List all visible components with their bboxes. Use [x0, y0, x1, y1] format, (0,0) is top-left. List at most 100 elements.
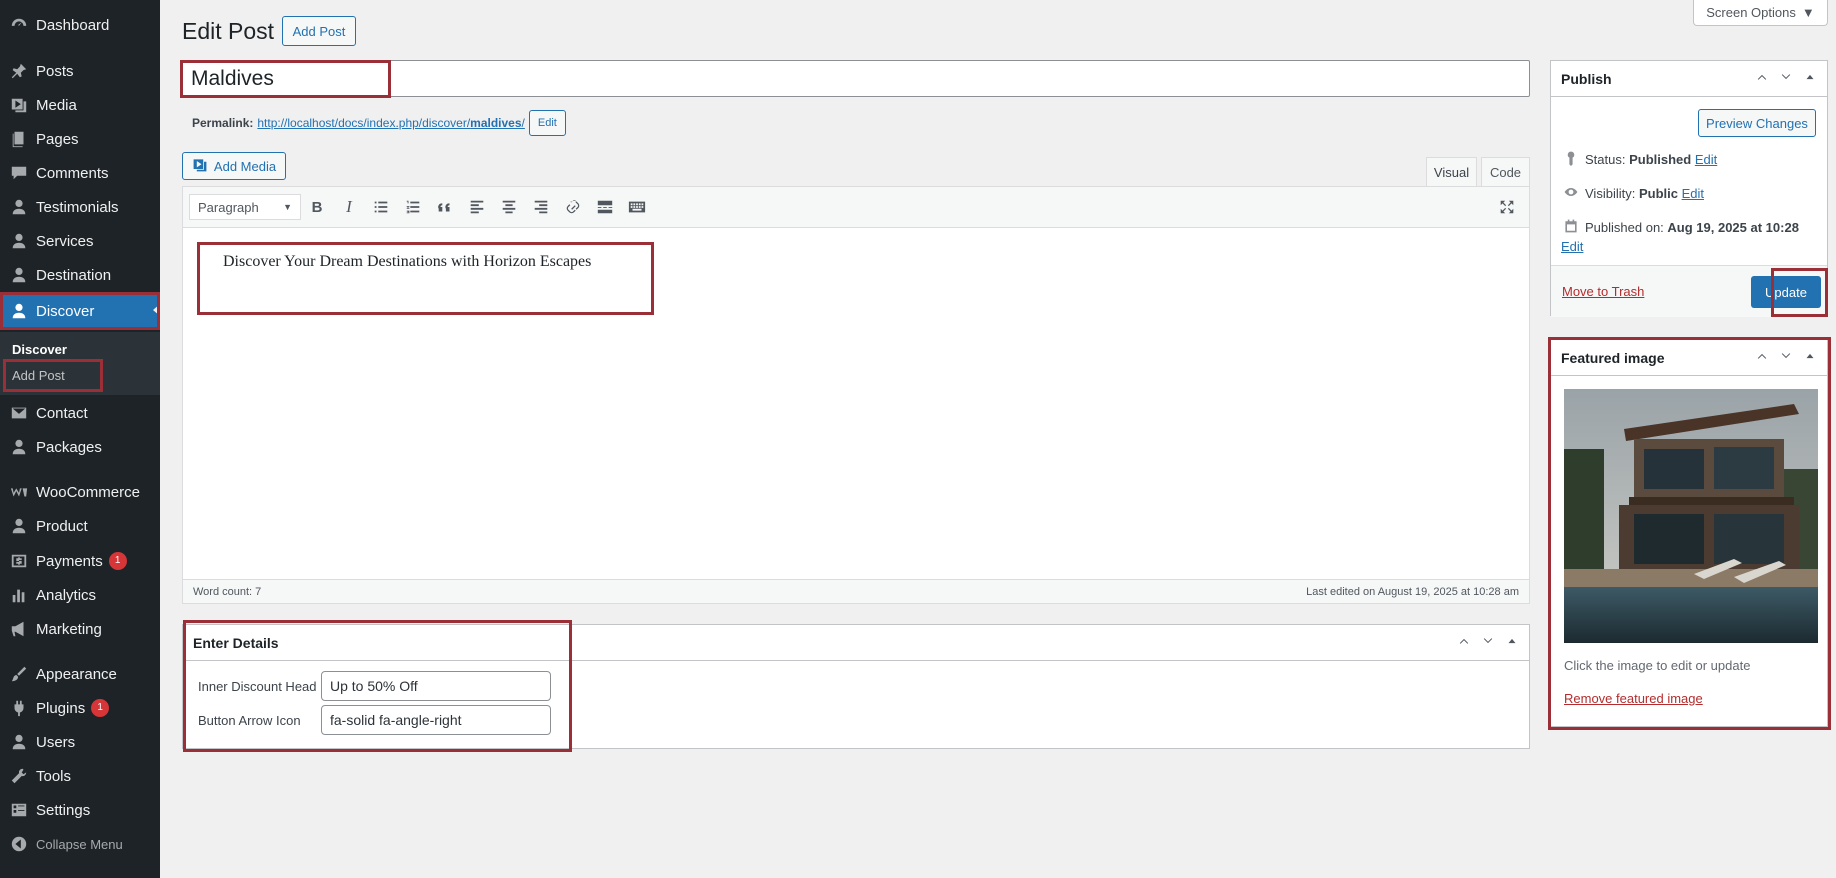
add-media-icon: [192, 157, 208, 176]
pages-icon: [8, 128, 30, 150]
featured-image[interactable]: [1564, 389, 1818, 643]
menu-item-destination[interactable]: Destination: [0, 259, 160, 291]
menu-item-product[interactable]: Product: [0, 510, 160, 542]
remove-featured-image-link[interactable]: Remove featured image: [1564, 691, 1703, 706]
move-to-trash-link[interactable]: Move to Trash: [1562, 284, 1644, 299]
user-icon: [8, 731, 30, 753]
tab-code[interactable]: Code: [1481, 157, 1530, 187]
chevron-up-icon[interactable]: [1755, 349, 1769, 366]
menu-item-testimonials[interactable]: Testimonials: [0, 191, 160, 223]
menu-item-posts[interactable]: Posts: [0, 55, 160, 87]
toolbar-toggle-button[interactable]: [621, 191, 653, 223]
collapse-icon: [8, 833, 30, 855]
details-title: Enter Details: [193, 634, 279, 651]
menu-item-payments[interactable]: Payments 1: [0, 545, 160, 577]
dashboard-icon: [8, 14, 30, 36]
published-edit-link[interactable]: Edit: [1561, 239, 1583, 254]
inner-discount-head-input[interactable]: Up to 50% Off: [321, 671, 551, 701]
editor-content[interactable]: Discover Your Dream Destinations with Ho…: [223, 253, 591, 271]
menu-item-contact[interactable]: Contact: [0, 397, 160, 429]
menu-item-appearance[interactable]: Appearance: [0, 658, 160, 690]
featured-image-box: Featured image Click the image to edit o…: [1550, 339, 1828, 727]
numbered-list-button[interactable]: [397, 191, 429, 223]
align-center-button[interactable]: [493, 191, 525, 223]
pin-icon: [1563, 150, 1579, 169]
button-arrow-icon-input[interactable]: fa-solid fa-angle-right: [321, 705, 551, 735]
link-icon[interactable]: [557, 191, 589, 223]
field-inner-discount-head: Inner Discount Head Up to 50% Off: [198, 671, 551, 701]
chevron-down-icon[interactable]: [1779, 70, 1793, 87]
menu-item-plugins[interactable]: Plugins 1: [0, 692, 160, 724]
menu-label: Dashboard: [36, 16, 110, 34]
menu-label: Destination: [36, 266, 112, 284]
toggle-panel-icon[interactable]: [1505, 634, 1519, 651]
published-on-row: Published on: Aug 19, 2025 at 10:28: [1563, 218, 1799, 237]
italic-button[interactable]: I: [333, 191, 365, 223]
menu-item-marketing[interactable]: Marketing: [0, 613, 160, 645]
permalink-link[interactable]: http://localhost/docs/index.php/discover…: [257, 116, 525, 130]
chevron-up-icon[interactable]: [1755, 70, 1769, 87]
add-media-button[interactable]: Add Media: [182, 152, 286, 180]
menu-label: Payments: [36, 552, 103, 570]
update-button[interactable]: Update: [1751, 276, 1821, 308]
publish-box: Publish Preview Changes Status: Publishe…: [1550, 60, 1828, 317]
menu-item-packages[interactable]: Packages: [0, 431, 160, 463]
menu-label: Services: [36, 232, 94, 250]
word-count: Word count: 7: [193, 585, 262, 598]
format-select[interactable]: Paragraph ▼: [189, 194, 301, 220]
submenu-add-post[interactable]: Add Post: [12, 368, 65, 383]
page-title: Edit Post: [182, 18, 275, 44]
align-left-button[interactable]: [461, 191, 493, 223]
blockquote-button[interactable]: [429, 191, 461, 223]
menu-item-services[interactable]: Services: [0, 225, 160, 257]
menu-item-dashboard[interactable]: Dashboard: [0, 9, 160, 41]
email-icon: [8, 402, 30, 424]
menu-item-comments[interactable]: Comments: [0, 157, 160, 189]
settings-icon: [8, 799, 30, 821]
status-edit-link[interactable]: Edit: [1695, 152, 1717, 167]
user-icon: [8, 264, 30, 286]
menu-label: Pages: [36, 130, 79, 148]
permalink-edit-button[interactable]: Edit: [528, 110, 566, 136]
menu-item-discover[interactable]: Discover: [0, 294, 160, 328]
user-icon: [8, 515, 30, 537]
caret-down-icon: ▼: [1801, 5, 1815, 20]
add-post-button[interactable]: Add Post: [282, 16, 356, 46]
menu-label: Appearance: [36, 665, 117, 683]
menu-item-users[interactable]: Users: [0, 726, 160, 758]
menu-item-media[interactable]: Media: [0, 89, 160, 121]
chevron-down-icon[interactable]: [1779, 349, 1793, 366]
screen-options-button[interactable]: Screen Options ▼: [1693, 0, 1828, 26]
chevron-down-icon[interactable]: [1481, 634, 1495, 651]
collapse-menu-button[interactable]: Collapse Menu: [0, 828, 160, 860]
submenu-discover[interactable]: Discover: [12, 342, 67, 357]
field-button-arrow-icon: Button Arrow Icon fa-solid fa-angle-righ…: [198, 705, 551, 735]
fullscreen-icon[interactable]: [1491, 191, 1523, 223]
tab-visual[interactable]: Visual: [1426, 157, 1477, 187]
editor-statusbar: Word count: 7 Last edited on August 19, …: [183, 579, 1529, 603]
publish-header: Publish: [1551, 61, 1827, 97]
menu-item-settings[interactable]: Settings: [0, 794, 160, 826]
toggle-panel-icon[interactable]: [1803, 70, 1817, 87]
menu-item-pages[interactable]: Pages: [0, 123, 160, 155]
megaphone-icon: [8, 618, 30, 640]
post-title-input[interactable]: Maldives: [182, 60, 1530, 97]
menu-item-analytics[interactable]: Analytics: [0, 579, 160, 611]
menu-label: Marketing: [36, 620, 102, 638]
admin-sidebar: Dashboard Posts Media Pages Comments Tes…: [0, 0, 160, 878]
bullet-list-button[interactable]: [365, 191, 397, 223]
read-more-button[interactable]: [589, 191, 621, 223]
chevron-up-icon[interactable]: [1457, 634, 1471, 651]
visibility-edit-link[interactable]: Edit: [1682, 186, 1704, 201]
preview-changes-button[interactable]: Preview Changes: [1698, 109, 1816, 137]
menu-label: Packages: [36, 438, 102, 456]
featured-header: Featured image: [1551, 340, 1827, 376]
add-media-label: Add Media: [213, 158, 277, 174]
bold-button[interactable]: B: [301, 191, 333, 223]
toggle-panel-icon[interactable]: [1803, 349, 1817, 366]
format-select-value: Paragraph: [198, 199, 259, 215]
menu-item-woocommerce[interactable]: WooCommerce: [0, 476, 160, 508]
menu-item-tools[interactable]: Tools: [0, 760, 160, 792]
menu-label: Posts: [36, 62, 74, 80]
align-right-button[interactable]: [525, 191, 557, 223]
